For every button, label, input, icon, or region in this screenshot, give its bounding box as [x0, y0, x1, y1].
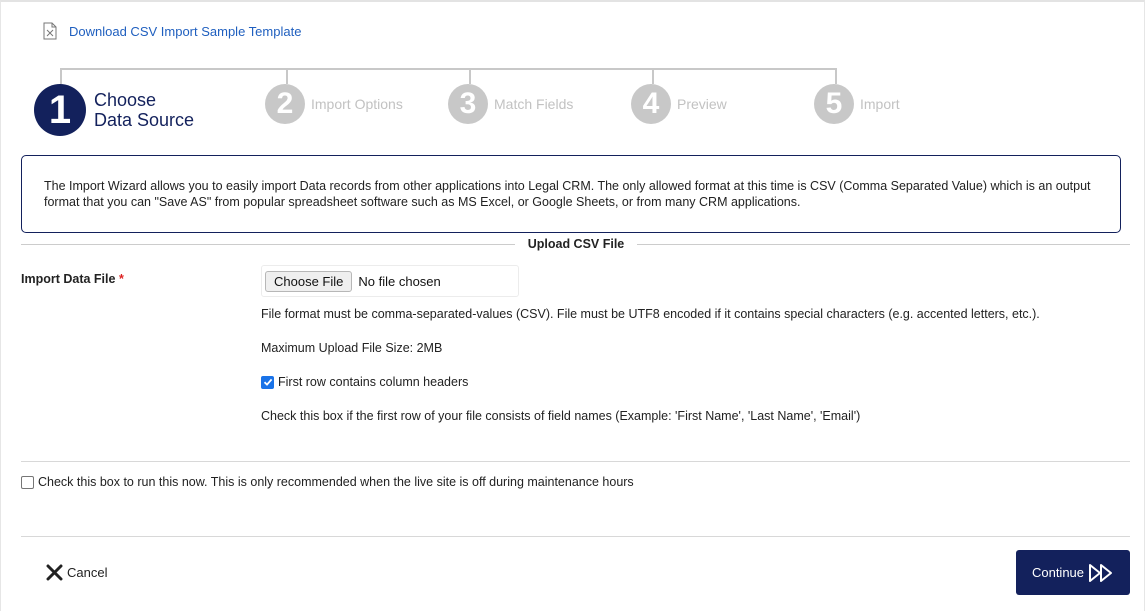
- divider: [21, 461, 1130, 462]
- step-choose-data-source[interactable]: 1 Choose Data Source: [34, 84, 194, 136]
- column-headers-checkbox[interactable]: [261, 375, 274, 389]
- step-5-label: Import: [860, 96, 900, 112]
- wizard-dialog: Download CSV Import Sample Template 1 Ch…: [0, 0, 1145, 611]
- file-input[interactable]: Choose File No file chosen: [261, 265, 519, 297]
- section-title: Upload CSV File: [527, 237, 625, 251]
- required-mark: *: [118, 272, 124, 286]
- step-5-number: 5: [814, 84, 854, 124]
- step-preview[interactable]: 4 Preview: [631, 84, 727, 124]
- step-4-label: Preview: [677, 96, 727, 112]
- checkmark-icon: [263, 378, 272, 386]
- stepper-tick: [835, 68, 837, 84]
- cancel-label: Cancel: [67, 565, 108, 580]
- section-divider-right: [637, 244, 1130, 245]
- step-1-label-line1: Choose: [94, 90, 157, 110]
- column-headers-checkbox-row[interactable]: First row contains column headers: [261, 375, 468, 389]
- step-import[interactable]: 5 Import: [814, 84, 900, 124]
- download-template-link[interactable]: Download CSV Import Sample Template: [69, 24, 301, 39]
- close-icon: [46, 564, 63, 581]
- step-1-label-line2: Data Source: [94, 110, 195, 130]
- max-upload-size: Maximum Upload File Size: 2MB: [261, 341, 443, 355]
- stepper-tick: [469, 68, 471, 84]
- excel-file-icon: [43, 22, 57, 40]
- info-text: The Import Wizard allows you to easily i…: [44, 179, 1091, 209]
- info-box: The Import Wizard allows you to easily i…: [21, 155, 1121, 233]
- step-2-number: 2: [265, 84, 305, 124]
- no-file-text: No file chosen: [358, 273, 441, 289]
- step-2-label: Import Options: [311, 96, 403, 112]
- import-data-file-label: Import Data File *: [21, 272, 124, 286]
- stepper-tick: [60, 68, 62, 84]
- run-now-checkbox[interactable]: [21, 475, 34, 489]
- fast-forward-icon: [1089, 563, 1113, 582]
- step-1-label: Choose Data Source: [94, 90, 194, 130]
- column-headers-label: First row contains column headers: [278, 375, 469, 389]
- step-match-fields[interactable]: 3 Match Fields: [448, 84, 573, 124]
- stepper-tick: [286, 68, 288, 84]
- run-now-checkbox-row[interactable]: Check this box to run this now. This is …: [21, 475, 634, 489]
- stepper-tick: [652, 68, 654, 84]
- choose-file-button[interactable]: Choose File: [265, 270, 353, 292]
- wizard-stepper: 1 Choose Data Source 2 Import Options 3 …: [1, 68, 1145, 138]
- cancel-button[interactable]: Cancel: [46, 564, 107, 581]
- step-3-number: 3: [448, 84, 488, 124]
- import-data-file-label-text: Import Data File: [21, 272, 116, 286]
- stepper-track: [60, 68, 837, 70]
- step-1-number: 1: [34, 84, 86, 136]
- column-headers-help: Check this box if the first row of your …: [261, 409, 861, 423]
- step-import-options[interactable]: 2 Import Options: [265, 84, 403, 124]
- download-template[interactable]: Download CSV Import Sample Template: [43, 22, 301, 40]
- step-3-label: Match Fields: [494, 96, 574, 112]
- continue-button[interactable]: Continue: [1016, 550, 1130, 595]
- continue-label: Continue: [1031, 565, 1085, 580]
- section-divider-left: [21, 244, 515, 245]
- step-4-number: 4: [631, 84, 671, 124]
- footer-divider: [21, 536, 1130, 537]
- file-format-help: File format must be comma-separated-valu…: [261, 307, 1040, 321]
- run-now-label: Check this box to run this now. This is …: [38, 475, 634, 489]
